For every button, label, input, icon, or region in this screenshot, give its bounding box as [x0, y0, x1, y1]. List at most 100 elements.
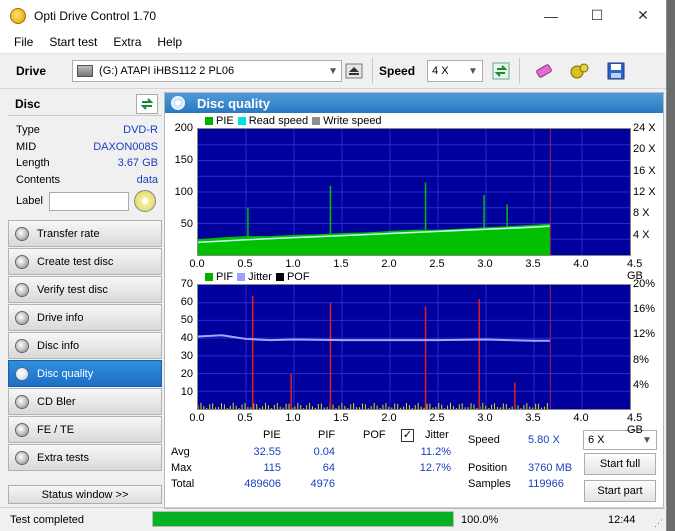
nav-disc-info[interactable]: Disc info	[8, 332, 162, 359]
nav-label: Transfer rate	[37, 227, 100, 240]
disc-icon	[15, 338, 29, 353]
disc-mid-key: MID	[16, 140, 37, 153]
legend-swatch	[312, 117, 321, 125]
disc-length-value: 3.67 GB	[117, 157, 158, 170]
minimize-button[interactable]: —	[528, 0, 574, 31]
y-tick-label: 100	[174, 186, 193, 198]
disc-icon	[15, 366, 29, 381]
close-button[interactable]: ✕	[620, 0, 666, 31]
stats-avg-jitter: 11.2%	[420, 446, 451, 458]
progress-text: 100.0%	[461, 513, 499, 526]
x-tick-label: 1.0	[285, 258, 301, 270]
legend-swatch	[275, 273, 284, 281]
stats-col-jitter: Jitter	[425, 429, 449, 441]
drive-select[interactable]: (G:) ATAPI iHBS112 2 PL06 ▼	[72, 60, 343, 82]
x-tick-label: 4.0	[573, 258, 589, 270]
x-tick-label: 2.0	[381, 412, 397, 424]
disc-contents-row: Contents data	[8, 172, 162, 189]
maximize-button[interactable]: ☐	[574, 0, 620, 31]
stats-max-pif: 64	[322, 462, 335, 474]
y-tick-label: 200	[174, 122, 193, 134]
progress-bar	[152, 511, 454, 527]
nav-fe-te[interactable]: FE / TE	[8, 416, 162, 443]
nav-drive-info[interactable]: Drive info	[8, 304, 162, 331]
position-label: Position	[468, 462, 508, 474]
resize-grip-icon[interactable]: ⋰	[654, 518, 663, 529]
save-button[interactable]	[604, 59, 628, 83]
status-window-button[interactable]: Status window >>	[8, 485, 162, 504]
x-tick-label: 0.0	[189, 258, 205, 270]
toolbar-divider	[519, 58, 521, 84]
refresh-icon	[492, 62, 510, 80]
pif-chart	[197, 284, 631, 410]
stats-col-pif: PIF	[318, 429, 336, 441]
legend-swatch	[205, 273, 213, 281]
panel-title: Disc quality	[197, 95, 270, 111]
stats-max-jitter: 12.7%	[419, 462, 451, 474]
disc-quality-panel: Disc quality PIE Read speed Write speed …	[164, 92, 664, 509]
y2-tick-label: 20%	[633, 278, 656, 290]
x-tick-label: 2.5	[429, 412, 445, 424]
nav-label: Extra tests	[37, 451, 89, 464]
jitter-checkbox[interactable]: ✓	[401, 429, 414, 442]
nav-disc-quality[interactable]: Disc quality	[8, 360, 162, 387]
disc-heading: Disc	[15, 96, 41, 111]
drive-label: Drive	[16, 64, 47, 78]
toolbar: Drive (G:) ATAPI iHBS112 2 PL06 ▼ Speed …	[0, 53, 666, 89]
nav-transfer-rate[interactable]: Transfer rate	[8, 220, 162, 247]
y-tick-label: 150	[174, 154, 193, 166]
disc-label-key: Label	[16, 195, 43, 207]
disc-type-value: DVD-R	[123, 124, 158, 137]
window-title: Opti Drive Control 1.70	[34, 8, 157, 23]
speed-select-value: 4 X	[432, 65, 449, 77]
chevron-down-icon: ▼	[642, 434, 652, 446]
nav-extra-tests[interactable]: Extra tests	[8, 444, 162, 471]
nav-cd-bler[interactable]: CD Bler	[8, 388, 162, 415]
disc-icon	[15, 282, 29, 297]
toolbar-divider	[372, 58, 374, 84]
menu-help[interactable]: Help	[149, 35, 190, 49]
x-tick-label: 4.5 GB	[627, 412, 643, 436]
progress-fill	[153, 512, 453, 526]
stats-avg-pie: 32.55	[253, 446, 281, 458]
menu-extra[interactable]: Extra	[105, 35, 149, 49]
eject-button[interactable]	[342, 59, 366, 83]
clock-text: 12:44	[608, 513, 636, 526]
y2-tick-label: 16 X	[633, 164, 656, 177]
x-tick-label: 2.0	[381, 258, 397, 270]
drive-select-value: (G:) ATAPI iHBS112 2 PL06	[99, 65, 235, 77]
refresh-button[interactable]	[489, 59, 513, 83]
y-tick-label: 40	[180, 332, 193, 344]
nav-create-test-disc[interactable]: Create test disc	[8, 248, 162, 275]
disc-header: Disc	[8, 92, 162, 116]
disc-icon	[15, 450, 29, 465]
disc-icon	[15, 254, 29, 269]
speed-select[interactable]: 4 X ▼	[427, 60, 484, 82]
disc-contents-key: Contents	[16, 173, 61, 186]
stats-row-label: Avg	[171, 446, 190, 458]
nav-verify-test-disc[interactable]: Verify test disc	[8, 276, 162, 303]
x-tick-label: 3.0	[477, 258, 493, 270]
speed-label: Speed	[379, 64, 416, 78]
chart1-legend: PIE Read speed Write speed	[201, 115, 382, 127]
disc-label-row: Label	[8, 188, 162, 214]
y2-tick-label: 20 X	[633, 143, 656, 156]
left-panel: Disc Type DVD-R MID DAXON008S Length 3.67 G…	[8, 92, 162, 509]
nav-label: CD Bler	[37, 395, 76, 408]
samples-value: 119966	[528, 478, 564, 490]
y-tick-label: 30	[180, 350, 193, 362]
stats-col-pie: PIE	[263, 429, 281, 441]
panel-header: Disc quality	[165, 93, 663, 113]
disc-refresh-button[interactable]	[136, 93, 158, 114]
erase-button[interactable]	[532, 59, 556, 83]
menu-start-test[interactable]: Start test	[41, 35, 105, 49]
disc-icon[interactable]	[133, 190, 156, 212]
y-tick-label: 20	[180, 368, 193, 380]
status-text: Test completed	[10, 513, 84, 526]
settings-button[interactable]	[568, 59, 592, 83]
disc-label-input[interactable]	[48, 191, 129, 211]
start-full-button[interactable]: Start full	[584, 453, 656, 475]
disc-quality-icon	[171, 96, 185, 110]
start-part-button[interactable]: Start part	[584, 480, 656, 502]
menu-file[interactable]: File	[6, 35, 41, 49]
